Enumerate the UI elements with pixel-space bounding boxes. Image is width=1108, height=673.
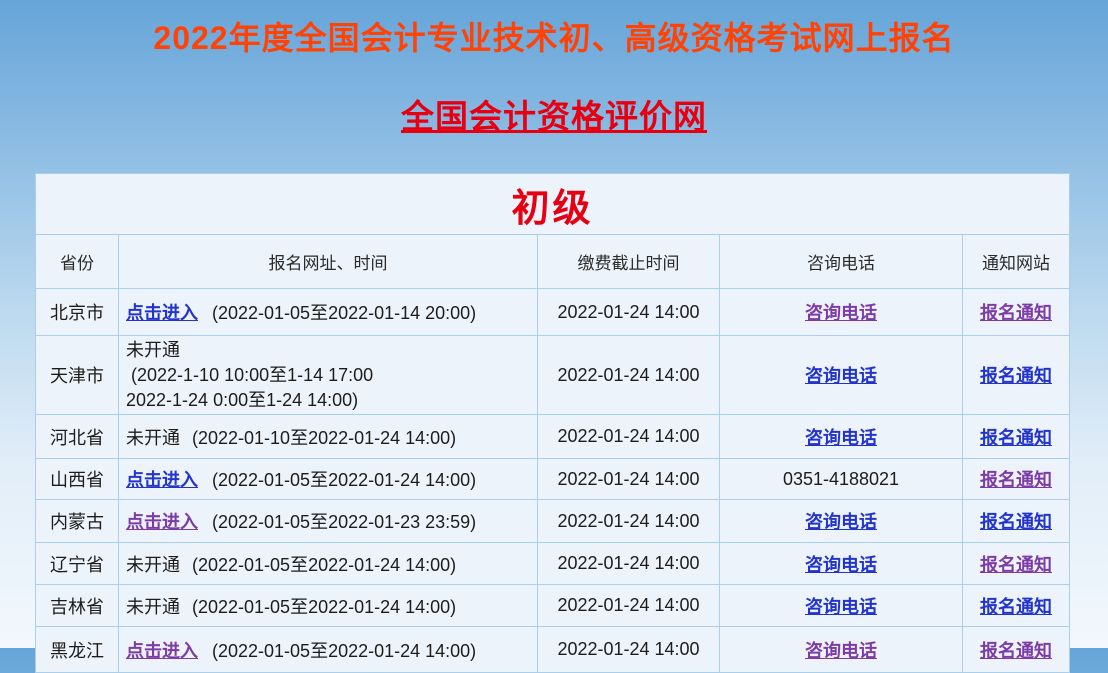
table-row-beijing: 北京市 点击进入 (2022-01-05至2022-01-14 20:00) 20…: [36, 289, 1070, 336]
deadline-cell: 2022-01-24 14:00: [538, 543, 720, 585]
notice-cell: 报名通知: [963, 543, 1070, 585]
table-header-row: 省份 报名网址、时间 缴费截止时间 咨询电话 通知网站: [36, 235, 1070, 289]
notice-link[interactable]: 报名通知: [980, 555, 1052, 575]
registration-cell: 未开通 (2022-1-10 10:00至1-14 17:00 2022-1-2…: [119, 336, 538, 415]
notice-cell: 报名通知: [963, 289, 1070, 336]
table-row-liaoning: 辽宁省 未开通 (2022-01-05至2022-01-24 14:00) 202…: [36, 543, 1070, 585]
column-header-province: 省份: [36, 235, 119, 289]
deadline-cell: 2022-01-24 14:00: [538, 627, 720, 673]
page-header: 2022年度全国会计专业技术初、高级资格考试网上报名 全国会计资格评价网: [0, 0, 1108, 143]
phone-cell: 咨询电话: [720, 500, 963, 543]
notice-cell: 报名通知: [963, 500, 1070, 543]
registration-time: 2022-1-24 0:00至1-24 14:00): [126, 388, 536, 413]
column-header-registration: 报名网址、时间: [119, 235, 538, 289]
registration-time: (2022-01-05至2022-01-24 14:00): [192, 597, 456, 617]
registration-status: 未开通: [126, 597, 180, 617]
section-title-row: 初级: [36, 174, 1070, 235]
phone-cell: 咨询电话: [720, 627, 963, 673]
notice-link[interactable]: 报名通知: [980, 428, 1052, 448]
registration-status: 未开通: [126, 555, 180, 575]
province-cell: 吉林省: [36, 585, 119, 627]
notice-link[interactable]: 报名通知: [980, 641, 1052, 661]
province-cell: 内蒙古: [36, 500, 119, 543]
registration-status: 未开通: [126, 428, 180, 448]
registration-cell: 点击进入 (2022-01-05至2022-01-24 14:00): [119, 627, 538, 673]
phone-link[interactable]: 咨询电话: [805, 428, 877, 448]
registration-time: (2022-1-10 10:00至1-14 17:00: [126, 363, 536, 388]
phone-link[interactable]: 咨询电话: [805, 641, 877, 661]
phone-link[interactable]: 咨询电话: [805, 303, 877, 323]
registration-cell: 未开通 (2022-01-05至2022-01-24 14:00): [119, 585, 538, 627]
table-row-heilongjiang: 黑龙江 点击进入 (2022-01-05至2022-01-24 14:00) 20…: [36, 627, 1070, 673]
registration-time: (2022-01-05至2022-01-24 14:00): [192, 555, 456, 575]
registration-cell: 未开通 (2022-01-05至2022-01-24 14:00): [119, 543, 538, 585]
phone-link[interactable]: 咨询电话: [805, 597, 877, 617]
notice-cell: 报名通知: [963, 585, 1070, 627]
registration-table-container: 初级 省份 报名网址、时间 缴费截止时间 咨询电话 通知网站 北京市 点击进入 (…: [35, 173, 1069, 673]
notice-link[interactable]: 报名通知: [980, 597, 1052, 617]
notice-link[interactable]: 报名通知: [980, 470, 1052, 490]
column-header-phone: 咨询电话: [720, 235, 963, 289]
registration-status: 未开通: [126, 338, 536, 363]
deadline-cell: 2022-01-24 14:00: [538, 415, 720, 459]
phone-cell: 咨询电话: [720, 585, 963, 627]
province-cell: 北京市: [36, 289, 119, 336]
phone-link[interactable]: 咨询电话: [805, 555, 877, 575]
registration-cell: 点击进入 (2022-01-05至2022-01-14 20:00): [119, 289, 538, 336]
registration-cell: 点击进入 (2022-01-05至2022-01-24 14:00): [119, 459, 538, 500]
registration-cell: 点击进入 (2022-01-05至2022-01-23 23:59): [119, 500, 538, 543]
section-title: 初级: [512, 188, 594, 230]
notice-link[interactable]: 报名通知: [980, 366, 1052, 386]
registration-time: (2022-01-10至2022-01-24 14:00): [192, 428, 456, 448]
table-row-jilin: 吉林省 未开通 (2022-01-05至2022-01-24 14:00) 202…: [36, 585, 1070, 627]
table-row-tianjin: 天津市 未开通 (2022-1-10 10:00至1-14 17:00 2022…: [36, 336, 1070, 415]
deadline-cell: 2022-01-24 14:00: [538, 459, 720, 500]
table-row-neimenggu: 内蒙古 点击进入 (2022-01-05至2022-01-23 23:59) 20…: [36, 500, 1070, 543]
notice-cell: 报名通知: [963, 415, 1070, 459]
enter-link[interactable]: 点击进入: [126, 303, 198, 323]
column-header-deadline: 缴费截止时间: [538, 235, 720, 289]
deadline-cell: 2022-01-24 14:00: [538, 585, 720, 627]
registration-time: (2022-01-05至2022-01-23 23:59): [212, 512, 476, 532]
phone-cell: 咨询电话: [720, 336, 963, 415]
enter-link[interactable]: 点击进入: [126, 470, 198, 490]
registration-time: (2022-01-05至2022-01-24 14:00): [212, 470, 476, 490]
table-row-shanxi: 山西省 点击进入 (2022-01-05至2022-01-24 14:00) 20…: [36, 459, 1070, 500]
notice-cell: 报名通知: [963, 336, 1070, 415]
notice-cell: 报名通知: [963, 627, 1070, 673]
registration-table: 初级 省份 报名网址、时间 缴费截止时间 咨询电话 通知网站 北京市 点击进入 (…: [35, 173, 1070, 673]
phone-cell: 咨询电话: [720, 543, 963, 585]
phone-link[interactable]: 咨询电话: [805, 366, 877, 386]
phone-cell: 0351-4188021: [720, 459, 963, 500]
page-title: 2022年度全国会计专业技术初、高级资格考试网上报名: [0, 18, 1108, 58]
notice-link[interactable]: 报名通知: [980, 512, 1052, 532]
notice-cell: 报名通知: [963, 459, 1070, 500]
registration-cell: 未开通 (2022-01-10至2022-01-24 14:00): [119, 415, 538, 459]
deadline-cell: 2022-01-24 14:00: [538, 336, 720, 415]
table-row-hebei: 河北省 未开通 (2022-01-10至2022-01-24 14:00) 202…: [36, 415, 1070, 459]
province-cell: 天津市: [36, 336, 119, 415]
province-cell: 山西省: [36, 459, 119, 500]
column-header-notice: 通知网站: [963, 235, 1070, 289]
deadline-cell: 2022-01-24 14:00: [538, 289, 720, 336]
site-home-link[interactable]: 全国会计资格评价网: [401, 98, 707, 135]
registration-time: (2022-01-05至2022-01-14 20:00): [212, 303, 476, 323]
phone-cell: 咨询电话: [720, 415, 963, 459]
enter-link[interactable]: 点击进入: [126, 641, 198, 661]
notice-link[interactable]: 报名通知: [980, 303, 1052, 323]
phone-link[interactable]: 咨询电话: [805, 512, 877, 532]
enter-link[interactable]: 点击进入: [126, 512, 198, 532]
province-cell: 黑龙江: [36, 627, 119, 673]
registration-time: (2022-01-05至2022-01-24 14:00): [212, 641, 476, 661]
province-cell: 辽宁省: [36, 543, 119, 585]
deadline-cell: 2022-01-24 14:00: [538, 500, 720, 543]
province-cell: 河北省: [36, 415, 119, 459]
phone-cell: 咨询电话: [720, 289, 963, 336]
